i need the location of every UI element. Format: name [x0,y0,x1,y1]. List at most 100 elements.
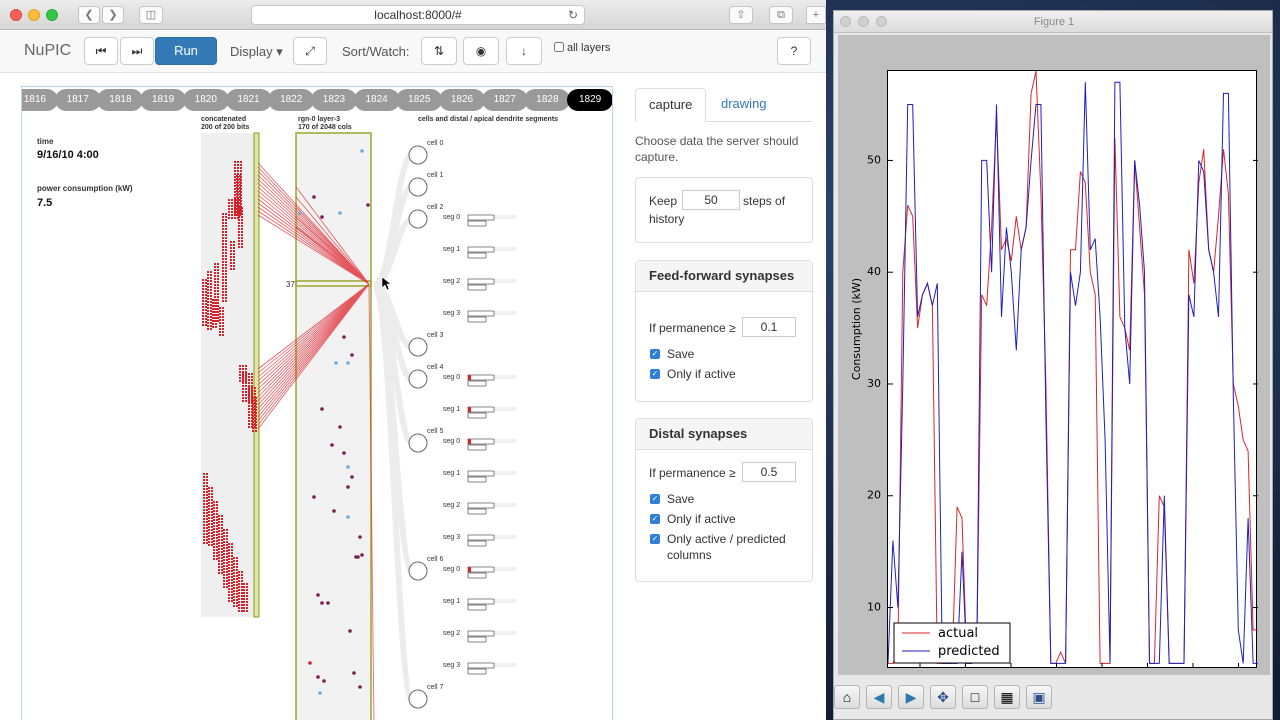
htm-visualization: 1816 1817 1818 1819 1820 1821 1822 1823 1824 1825… [21,86,613,720]
distal-save-label: Save [667,492,695,506]
x-tick-label: 10:00 [1177,673,1209,675]
segment-bar[interactable] [467,374,495,381]
distal-save-checkbox[interactable]: ✓ [650,494,660,504]
x-tick-label: 22:00 [1132,673,1164,675]
cell-node[interactable] [408,689,428,709]
cell-node[interactable] [408,145,428,165]
reload-icon[interactable]: ↻ [568,6,578,24]
segment-bar[interactable] [467,534,495,541]
distal-permanence-input[interactable]: 0.5 [742,462,796,482]
tabs-icon[interactable]: ⧉ [769,6,793,24]
ff-save-checkbox[interactable]: ✓ [650,349,660,359]
back-icon[interactable]: ❮ [78,6,100,24]
expand-button[interactable]: ⤢ [293,37,327,65]
segment-label: seg 0 [443,374,460,381]
distal-permanence-label: If permanence ≥ [649,466,736,480]
cell-node[interactable] [408,177,428,197]
close-window-button[interactable] [10,9,22,21]
keep-steps-input[interactable]: 50 [682,190,740,210]
segment-bar[interactable] [467,470,495,477]
pan-icon[interactable]: ✥ [930,685,956,709]
history-box: Keep 50 steps of history [635,177,813,243]
all-layers-input[interactable] [554,42,564,52]
minimize-window-button[interactable] [28,9,40,21]
distal-only-cols-checkbox[interactable]: ✓ [650,534,660,544]
segment-bar[interactable] [467,310,495,317]
segment-bar[interactable] [467,662,495,669]
save-icon[interactable]: ▣ [1026,685,1052,709]
cell-label: cell 4 [427,364,443,371]
cell-label: cell 5 [427,428,443,435]
address-bar[interactable]: localhost:8000/# ↻ [251,5,585,25]
segment-bar[interactable] [467,566,495,573]
ff-permanence-input[interactable]: 0.1 [742,317,796,337]
cell-label: cell 1 [427,172,443,179]
configure-subplots-icon[interactable]: ▦ [994,685,1020,709]
figure-toolbar: ⌂ ◀ ▶ ✥ □ ▦ ▣ [834,679,1272,719]
segment-bar[interactable] [467,502,495,509]
cell-node[interactable] [408,433,428,453]
cell-fan [371,152,415,702]
tab-drawing[interactable]: drawing [708,88,780,122]
segment-label: seg 1 [443,598,460,605]
forward-icon[interactable]: ❯ [102,6,124,24]
segment-bar[interactable] [467,246,495,253]
cells: cell 0cell 1cell 2seg 0seg 1seg 2seg 3ce… [408,140,516,709]
all-layers-checkbox[interactable]: all layers [554,42,610,54]
help-button[interactable]: ? [777,37,811,65]
segment-bar[interactable] [467,438,495,445]
cell-node[interactable] [408,209,428,229]
share-icon[interactable]: ⇧ [729,6,753,24]
feed-forward-box: Feed-forward synapses If permanence ≥ 0.… [635,260,813,402]
sidebar-icon[interactable]: ◫ [139,6,163,24]
sort-button[interactable]: ⇅ [421,37,457,65]
figure-window: Figure 1 actualpredicted 102030405010:00… [833,10,1273,720]
concat-column [253,132,260,618]
figure-minimize-button[interactable] [858,16,869,27]
run-button[interactable]: Run [155,37,217,65]
htm-graph[interactable]: 37cell 0cell 1cell 2seg 0seg 1seg 2seg 3… [22,87,613,720]
new-tab-icon[interactable]: + [806,6,826,24]
figure-titlebar: Figure 1 [834,11,1272,33]
plot-canvas: actualpredicted 102030405010:0022:0010:0… [838,35,1270,675]
figure-close-button[interactable] [840,16,851,27]
all-layers-label: all layers [567,42,611,54]
segment-bar[interactable] [467,630,495,637]
segment-label: seg 1 [443,406,460,413]
segment-bar[interactable] [467,406,495,413]
segment-bar[interactable] [467,278,495,285]
segment-label: seg 2 [443,502,460,509]
segment-bar[interactable] [467,598,495,605]
cell-label: cell 2 [427,204,443,211]
cell-node[interactable] [408,337,428,357]
watch-eye-button[interactable]: ◉ [463,37,499,65]
sort-watch-label: Sort/Watch: [342,44,410,59]
steps-of-label: steps of [743,194,786,208]
ff-only-active-label: Only if active [667,367,736,381]
axis-labels: 10 20 30 40 50 10:00 22:00 10:00 22:00 10:00 22:00… [850,153,1255,675]
distal-only-active-label: Only if active [667,512,736,526]
zoom-rect-icon[interactable]: □ [962,685,988,709]
back-arrow-icon[interactable]: ◀ [866,685,892,709]
segment-label: seg 3 [443,534,460,541]
segment-label: seg 0 [443,566,460,573]
zoom-window-button[interactable] [46,9,58,21]
app-brand: NuPIC [24,42,72,59]
tab-capture[interactable]: capture [635,88,707,122]
figure-zoom-button[interactable] [876,16,887,27]
x-tick-label: 22:00 [1223,673,1255,675]
step-forward-button[interactable]: ⏭ [120,37,154,65]
cell-node[interactable] [408,369,428,389]
step-back-button[interactable]: ⏮ [84,37,118,65]
forward-arrow-icon[interactable]: ▶ [898,685,924,709]
ff-permanence-label: If permanence ≥ [649,321,736,335]
segment-bar[interactable] [467,214,495,221]
ff-only-active-checkbox[interactable]: ✓ [650,369,660,379]
display-dropdown[interactable]: Display ▾ [230,44,283,60]
home-icon[interactable]: ⌂ [834,685,860,709]
distal-only-active-checkbox[interactable]: ✓ [650,514,660,524]
cell-node[interactable] [408,561,428,581]
distal-title: Distal synapses [636,419,812,450]
download-button[interactable]: ↓ [506,37,542,65]
distal-only-cols-label-2: columns [667,548,712,562]
